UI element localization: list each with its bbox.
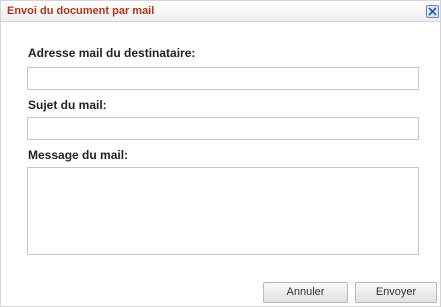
message-field[interactable] [27,167,419,255]
cancel-button[interactable]: Annuler [263,282,348,303]
recipient-label: Adresse mail du destinataire: [28,46,196,60]
dialog-title: Envoi du document par mail [7,5,155,17]
subject-field[interactable] [27,117,419,140]
recipient-email-field[interactable] [27,67,419,90]
message-label: Message du mail: [28,148,129,162]
send-mail-dialog: Envoi du document par mail Adresse mail … [0,0,441,307]
subject-label: Sujet du mail: [28,98,107,112]
close-icon[interactable] [426,5,439,18]
send-button[interactable]: Envoyer [355,282,437,303]
dialog-titlebar: Envoi du document par mail [1,1,440,22]
